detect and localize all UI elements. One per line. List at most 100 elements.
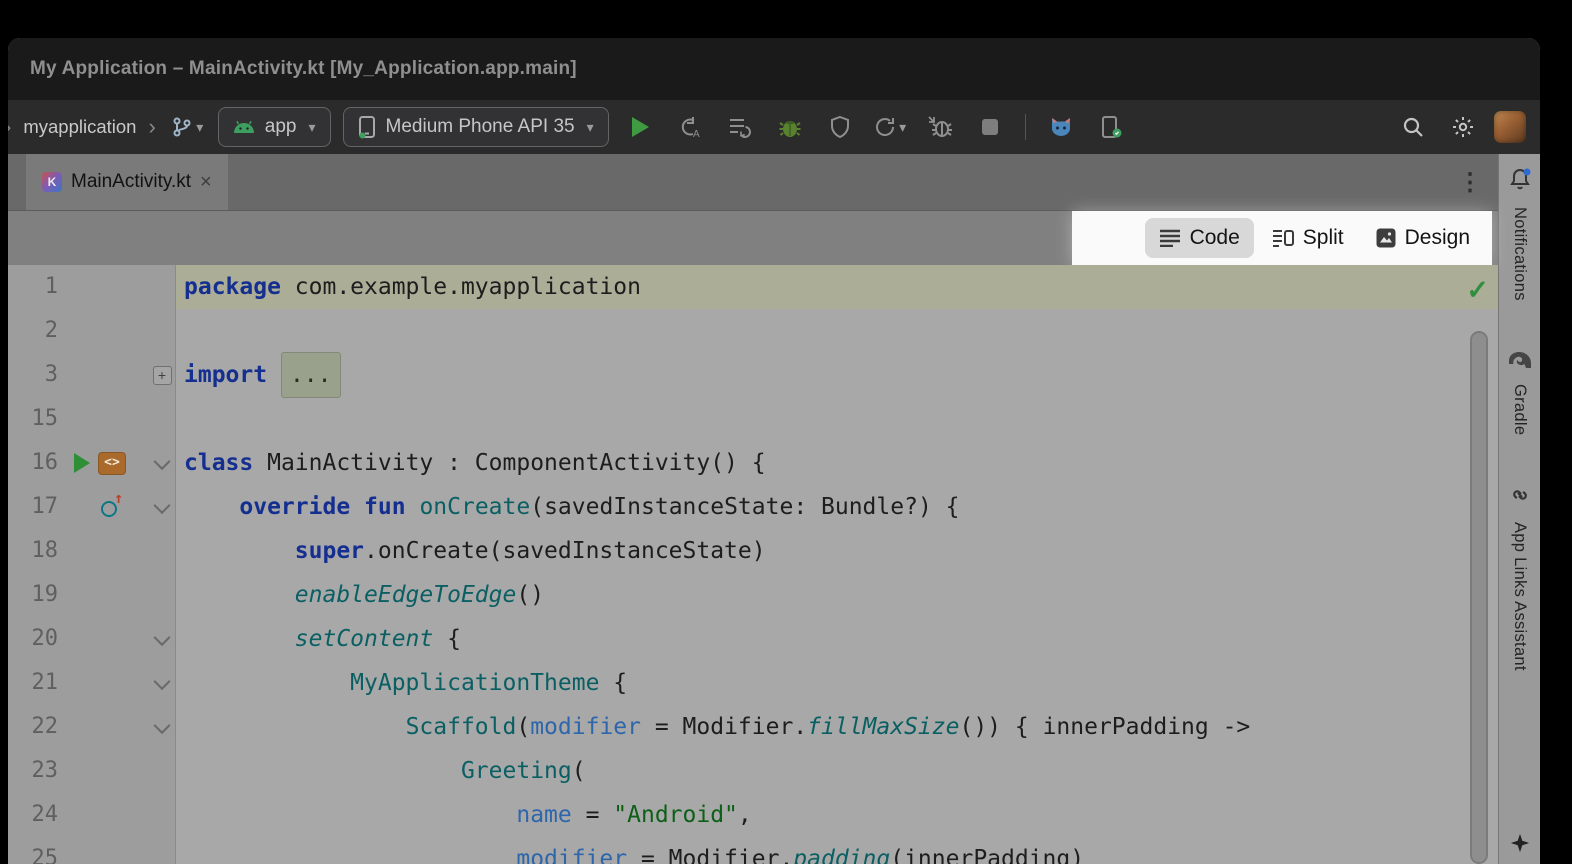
run-button[interactable]: [621, 108, 659, 146]
code-text[interactable]: override fun onCreate(savedInstanceState…: [176, 485, 1498, 529]
editor-gutter[interactable]: 19: [8, 573, 176, 617]
search-everywhere-button[interactable]: [1394, 108, 1432, 146]
mode-code-button[interactable]: Code: [1145, 218, 1254, 258]
run-class-gutter-icon[interactable]: [74, 453, 90, 473]
code-text[interactable]: enableEdgeToEdge(): [176, 573, 1498, 617]
fold-collapse-icon[interactable]: [154, 673, 171, 690]
code-editor[interactable]: 1package com.example.myapplication23+imp…: [8, 265, 1498, 864]
main-area: K MainActivity.kt × ⋮ CodeSplitDesign 1p…: [8, 154, 1540, 864]
line-number: 18: [8, 529, 58, 573]
code-line[interactable]: 24 name = "Android",: [8, 793, 1498, 837]
code-line[interactable]: 1package com.example.myapplication: [8, 265, 1498, 309]
editor-gutter[interactable]: 21: [8, 661, 176, 705]
fold-column: +: [149, 366, 175, 385]
code-line[interactable]: 20 setContent {: [8, 617, 1498, 661]
fold-expand-icon[interactable]: +: [153, 366, 172, 385]
debug-button[interactable]: [771, 108, 809, 146]
tab-mainactivity[interactable]: K MainActivity.kt ×: [26, 154, 228, 210]
tool-window-button-app-links-assistant[interactable]: App Links Assistant: [1507, 483, 1533, 671]
code-text[interactable]: name = "Android",: [176, 793, 1498, 837]
device-select[interactable]: Medium Phone API 35 ▾: [343, 107, 609, 147]
tab-options-kebab-icon[interactable]: ⋮: [1458, 154, 1482, 210]
compose-gutter-icon[interactable]: <>: [98, 452, 126, 475]
window-title-bar: My Application – MainActivity.kt [My_App…: [8, 38, 1540, 100]
user-avatar[interactable]: [1494, 111, 1526, 143]
svg-text:A: A: [693, 129, 700, 139]
editor-gutter[interactable]: 2: [8, 309, 176, 353]
code-text[interactable]: [176, 397, 1498, 441]
ide-window: My Application – MainActivity.kt [My_App…: [8, 38, 1540, 864]
line-number: 17: [8, 485, 58, 529]
editor-gutter[interactable]: 16<>: [8, 441, 176, 485]
run-options-button[interactable]: ▾: [871, 108, 909, 146]
run-configuration-select[interactable]: app ▾: [218, 107, 331, 147]
code-line[interactable]: 19 enableEdgeToEdge(): [8, 573, 1498, 617]
code-token: "Android": [613, 793, 738, 837]
code-text[interactable]: Greeting(: [176, 749, 1498, 793]
line-number: 23: [8, 749, 58, 793]
code-line[interactable]: 15: [8, 397, 1498, 441]
override-method-gutter-icon[interactable]: ↑: [100, 496, 122, 518]
code-line[interactable]: 16<>class MainActivity : ComponentActivi…: [8, 441, 1498, 485]
editor-gutter[interactable]: 15: [8, 397, 176, 441]
code-line[interactable]: 3+import ...: [8, 353, 1498, 397]
code-text[interactable]: import ...: [176, 353, 1498, 397]
editor-gutter[interactable]: 17 ↑: [8, 485, 176, 529]
editor-gutter[interactable]: 22: [8, 705, 176, 749]
settings-button[interactable]: [1444, 108, 1482, 146]
editor-gutter[interactable]: 1: [8, 265, 176, 309]
close-tab-icon[interactable]: ×: [200, 172, 212, 192]
editor-gutter[interactable]: 24: [8, 793, 176, 837]
code-text[interactable]: package com.example.myapplication: [176, 265, 1498, 309]
code-token: import: [184, 353, 267, 397]
code-token: .onCreate(savedInstanceState): [364, 529, 766, 573]
code-token: [267, 353, 281, 397]
code-text[interactable]: super.onCreate(savedInstanceState): [176, 529, 1498, 573]
fold-collapse-icon[interactable]: [154, 497, 171, 514]
android-icon: [233, 120, 255, 134]
fold-collapse-icon[interactable]: [154, 629, 171, 646]
sync-build-button[interactable]: [721, 108, 759, 146]
code-text[interactable]: modifier = Modifier.padding(innerPadding…: [176, 837, 1498, 864]
code-token: (: [516, 705, 530, 749]
vcs-widget-button[interactable]: ▾: [168, 108, 206, 146]
code-line[interactable]: 22 Scaffold(modifier = Modifier.fillMaxS…: [8, 705, 1498, 749]
profiler-button[interactable]: [821, 108, 859, 146]
gradle-icon: [1507, 349, 1533, 374]
device-manager-icon: [1099, 115, 1123, 139]
code-line[interactable]: 18 super.onCreate(savedInstanceState): [8, 529, 1498, 573]
attach-debugger-button[interactable]: [921, 108, 959, 146]
stop-button[interactable]: [971, 108, 1009, 146]
code-text[interactable]: Scaffold(modifier = Modifier.fillMaxSize…: [176, 705, 1498, 749]
fold-collapse-icon[interactable]: [154, 453, 171, 470]
tool-window-button-notifications[interactable]: Notifications: [1507, 166, 1533, 301]
tool-window-button-gradle[interactable]: Gradle: [1507, 349, 1533, 435]
applinks-icon: [1508, 483, 1532, 512]
mode-design-button[interactable]: Design: [1362, 218, 1484, 258]
apply-code-changes-button[interactable]: A: [671, 108, 709, 146]
code-text[interactable]: setContent {: [176, 617, 1498, 661]
editor-gutter[interactable]: 25: [8, 837, 176, 864]
editor-scrollbar-thumb[interactable]: [1470, 331, 1488, 864]
editor-gutter[interactable]: 18: [8, 529, 176, 573]
fold-collapse-icon[interactable]: [154, 717, 171, 734]
inspections-ok-check-icon[interactable]: ✓: [1466, 275, 1489, 306]
code-line[interactable]: 17 ↑ override fun onCreate(savedInstanceS…: [8, 485, 1498, 529]
device-manager-button[interactable]: [1092, 108, 1130, 146]
code-line[interactable]: 23 Greeting(: [8, 749, 1498, 793]
editor-gutter[interactable]: 3+: [8, 353, 176, 397]
code-line[interactable]: 2: [8, 309, 1498, 353]
code-line[interactable]: 25 modifier = Modifier.padding(innerPadd…: [8, 837, 1498, 864]
editor-gutter[interactable]: 23: [8, 749, 176, 793]
caret-down-icon: ▾: [587, 119, 594, 136]
code-text[interactable]: MyApplicationTheme {: [176, 661, 1498, 705]
code-line[interactable]: 21 MyApplicationTheme {: [8, 661, 1498, 705]
mode-split-button[interactable]: Split: [1258, 218, 1358, 258]
code-text[interactable]: class MainActivity : ComponentActivity()…: [176, 441, 1498, 485]
code-text[interactable]: [176, 309, 1498, 353]
editor-gutter[interactable]: 20: [8, 617, 176, 661]
caret-down-icon: ▾: [899, 119, 906, 136]
logcat-button[interactable]: [1042, 108, 1080, 146]
ai-sparkle-icon[interactable]: [1509, 832, 1531, 854]
project-widget[interactable]: myapplication: [23, 116, 136, 138]
